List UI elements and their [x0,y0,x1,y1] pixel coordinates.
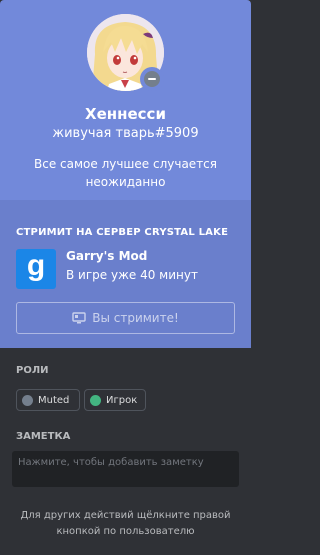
game-time: В игре уже 40 минут [66,268,198,282]
role-color-dot [22,394,33,406]
dnd-status-icon [144,71,160,87]
role-muted[interactable]: Muted [16,389,80,411]
username: Хеннесси [85,105,166,123]
custom-status: Все самое лучшее случается неожиданно [34,157,217,189]
user-profile-popout: Хеннесси живучая тварь#5909 Все самое лу… [0,0,251,555]
note-heading: ЗАМЕТКА [16,431,71,442]
stream-button-label: Вы стримите! [92,311,179,325]
status-indicator [140,67,164,91]
role-name: Muted [38,394,70,406]
game-icon: g [16,249,56,289]
avatar[interactable] [87,14,164,91]
user-tag: живучая тварь#5909 [52,126,199,141]
game-name: Garry's Mod [66,249,148,263]
role-name: Игрок [106,394,138,406]
roles-heading: РОЛИ [16,365,49,376]
stream-button[interactable]: Вы стримите! [16,302,235,334]
note-input[interactable] [12,451,239,487]
monitor-icon [72,312,86,324]
role-color-dot [90,394,101,406]
activity-label: СТРИМИТ НА СЕРВЕР CRYSTAL LAKE [16,227,229,238]
footer-hint: Для других действий щёлкните правой кноп… [20,510,231,537]
role-player[interactable]: Игрок [84,389,146,411]
game-icon-letter: g [26,249,46,282]
